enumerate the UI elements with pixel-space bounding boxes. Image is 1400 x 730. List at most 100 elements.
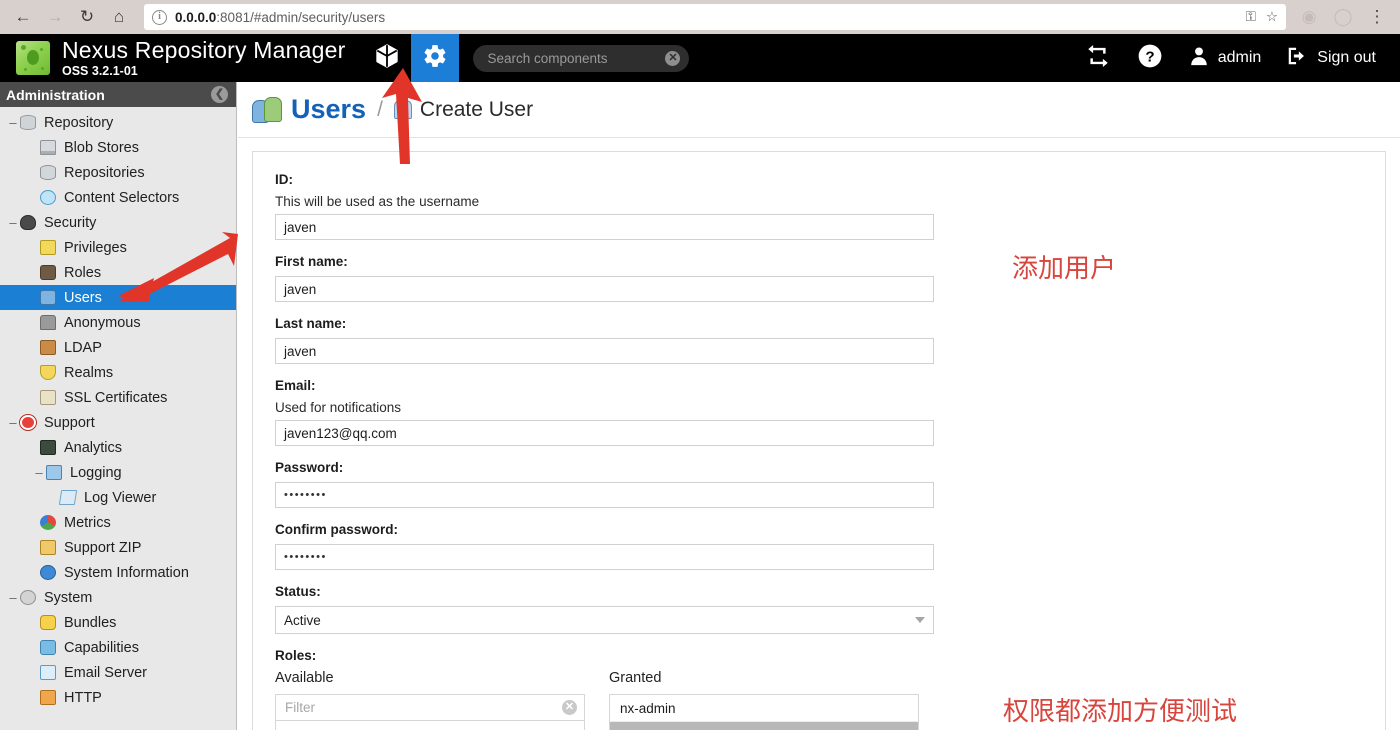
analytics-icon-glyph — [40, 439, 56, 455]
log-viewer-icon — [58, 489, 78, 506]
sign-out-button[interactable]: Sign out — [1275, 34, 1386, 82]
home-icon[interactable]: ⌂ — [104, 2, 134, 32]
sidebar-item-label: LDAP — [64, 339, 102, 356]
user-label: admin — [1217, 49, 1262, 66]
back-arrow-icon[interactable]: ← — [8, 2, 38, 32]
reload-icon[interactable]: ↻ — [72, 2, 102, 32]
sidebar-item-label: HTTP — [64, 689, 102, 706]
ldap-icon-glyph — [40, 339, 56, 355]
sidebar-item-support-zip[interactable]: Support ZIP — [0, 535, 236, 560]
sidebar-item-label: Privileges — [64, 239, 127, 256]
first-name-label: First name: — [275, 254, 348, 269]
sidebar-item-metrics[interactable]: Metrics — [0, 510, 236, 535]
user-menu[interactable]: admin — [1178, 34, 1272, 82]
sidebar-item-log-viewer[interactable]: Log Viewer — [0, 485, 236, 510]
available-roles-list[interactable] — [275, 721, 585, 730]
sidebar-item-ssl-certificates[interactable]: SSL Certificates — [0, 385, 236, 410]
key-icon[interactable]: ⚿ — [1246, 9, 1256, 25]
sidebar-item-ldap[interactable]: LDAP — [0, 335, 236, 360]
cube-icon — [374, 43, 400, 74]
breadcrumb-root-link[interactable]: Users — [291, 94, 366, 125]
available-title: Available — [275, 670, 334, 686]
sidebar-item-label: Support ZIP — [64, 539, 142, 556]
sidebar-item-support[interactable]: – Support — [0, 410, 236, 435]
analytics-icon — [40, 439, 58, 456]
tree-collapse-toggle[interactable]: – — [32, 465, 46, 480]
sidebar-item-blob-stores[interactable]: Blob Stores — [0, 135, 236, 160]
chevron-down-icon[interactable] — [915, 617, 925, 623]
id-label: ID: — [275, 172, 293, 187]
sidebar-item-bundles[interactable]: Bundles — [0, 610, 236, 635]
admin-sidebar: Administration ❮ – Repository Blob Stores R… — [0, 82, 237, 730]
chevron-left-icon[interactable]: ❮ — [211, 86, 228, 103]
list-item[interactable]: nx-admin — [610, 695, 918, 722]
sidebar-item-anonymous[interactable]: Anonymous — [0, 310, 236, 335]
browse-button[interactable] — [363, 34, 411, 82]
sign-out-icon — [1285, 45, 1309, 72]
refresh-button[interactable] — [1074, 34, 1122, 82]
kebab-menu-icon[interactable]: ⋮ — [1362, 2, 1392, 32]
help-button[interactable]: ? — [1126, 34, 1174, 82]
bundles-icon — [40, 614, 58, 631]
star-icon[interactable]: ☆ — [1266, 9, 1278, 25]
sidebar-item-label: SSL Certificates — [64, 389, 168, 406]
email-input[interactable]: javen123@qq.com — [275, 420, 934, 446]
sidebar-item-system[interactable]: – System — [0, 585, 236, 610]
repositories-icon-glyph — [40, 164, 56, 180]
id-input[interactable]: javen — [275, 214, 934, 240]
sidebar-header: Administration ❮ — [0, 82, 236, 107]
sidebar-item-label: Bundles — [64, 614, 117, 631]
clear-icon[interactable]: ✕ — [562, 700, 577, 715]
sidebar-item-http[interactable]: HTTP — [0, 685, 236, 710]
support-zip-icon — [40, 539, 58, 556]
sidebar-item-analytics[interactable]: Analytics — [0, 435, 236, 460]
last-name-input[interactable]: javen — [275, 338, 934, 364]
profile-icon[interactable]: ◯ — [1328, 2, 1358, 32]
create-user-icon — [393, 100, 412, 119]
breadcrumb: Users / Create User — [238, 82, 1400, 138]
sidebar-item-security[interactable]: – Security — [0, 210, 236, 235]
support-zip-icon-glyph — [40, 539, 56, 555]
roles-available-column: Available Filter ✕ — [275, 670, 585, 730]
realms-icon — [40, 364, 58, 381]
security-shield-icon-glyph — [20, 214, 36, 230]
sidebar-item-email-server[interactable]: Email Server — [0, 660, 236, 685]
search-clear-icon[interactable]: ✕ — [665, 50, 681, 66]
tree-collapse-toggle[interactable]: – — [6, 415, 20, 430]
sidebar-item-label: Security — [44, 214, 97, 231]
administration-button[interactable] — [411, 34, 460, 82]
tree-collapse-toggle[interactable]: – — [6, 215, 20, 230]
email-label: Email: — [275, 378, 316, 393]
sidebar-item-roles[interactable]: Roles — [0, 260, 236, 285]
capabilities-icon — [40, 639, 58, 656]
password-input[interactable]: •••••••• — [275, 482, 934, 508]
site-info-icon[interactable]: i — [152, 9, 167, 25]
confirm-password-input[interactable]: •••••••• — [275, 544, 934, 570]
granted-roles-list[interactable]: nx-admin nx-anonymous — [609, 694, 919, 730]
email-value: javen123@qq.com — [284, 425, 397, 441]
sidebar-item-logging[interactable]: – Logging — [0, 460, 236, 485]
url-bar[interactable]: i 0.0.0.0 :8081/#admin/security/users ⚿ … — [144, 4, 1286, 30]
sidebar-item-repositories[interactable]: Repositories — [0, 160, 236, 185]
list-item[interactable] — [276, 721, 584, 730]
create-user-form: ID: This will be used as the username ja… — [252, 151, 1386, 730]
confirm-password-label: Confirm password: — [275, 522, 399, 537]
sidebar-item-content-selectors[interactable]: Content Selectors — [0, 185, 236, 210]
admin-nav-tree: – Repository Blob Stores Repositories Conten… — [0, 107, 236, 710]
extension-icon[interactable]: ◉ — [1294, 2, 1324, 32]
sidebar-item-system-information[interactable]: System Information — [0, 560, 236, 585]
sidebar-item-capabilities[interactable]: Capabilities — [0, 635, 236, 660]
roles-label: Roles: — [275, 648, 317, 663]
search-components-input[interactable]: Search components ✕ — [473, 44, 690, 72]
list-item[interactable]: nx-anonymous — [610, 722, 918, 730]
metrics-pie-icon-glyph — [40, 514, 56, 530]
status-select[interactable]: Active — [275, 606, 934, 634]
roles-filter-input[interactable]: Filter ✕ — [275, 694, 585, 721]
sidebar-item-realms[interactable]: Realms — [0, 360, 236, 385]
sidebar-item-repository[interactable]: – Repository — [0, 110, 236, 135]
tree-collapse-toggle[interactable]: – — [6, 590, 20, 605]
tree-collapse-toggle[interactable]: – — [6, 115, 20, 130]
sidebar-item-privileges[interactable]: Privileges — [0, 235, 236, 260]
first-name-input[interactable]: javen — [275, 276, 934, 302]
sidebar-item-users[interactable]: Users — [0, 285, 236, 310]
